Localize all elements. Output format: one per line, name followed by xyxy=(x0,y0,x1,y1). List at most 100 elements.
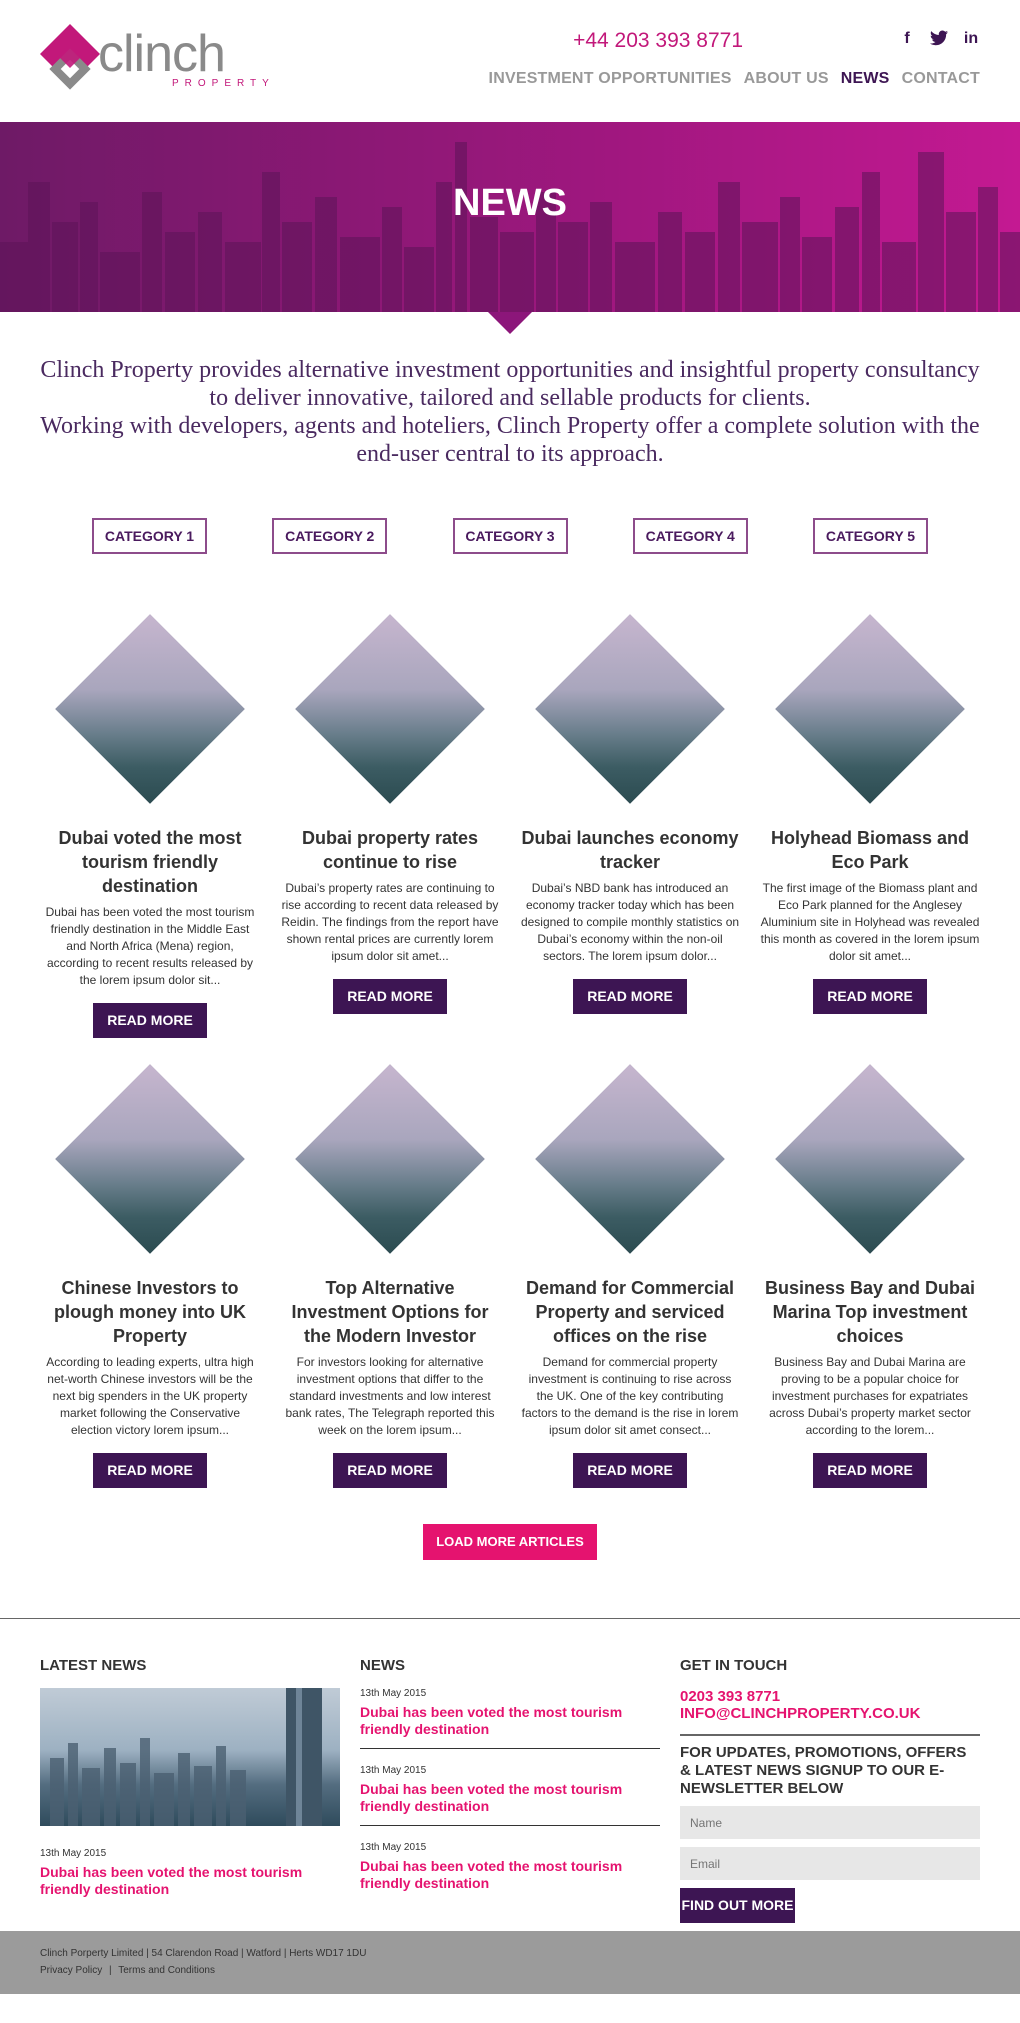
read-more-button[interactable]: READ MORE xyxy=(813,979,927,1014)
footer-news-item: 13th May 2015 Dubai has been voted the m… xyxy=(360,1842,660,1902)
article-title[interactable]: Dubai property rates continue to rise xyxy=(280,826,500,874)
article-title[interactable]: Demand for Commercial Property and servi… xyxy=(520,1276,740,1348)
name-field[interactable] xyxy=(680,1806,980,1839)
article-image[interactable] xyxy=(295,614,485,804)
social-links: f in xyxy=(898,30,980,48)
article-title[interactable]: Holyhead Biomass and Eco Park xyxy=(760,826,980,874)
article-image[interactable] xyxy=(535,614,725,804)
article-excerpt: For investors looking for alternative in… xyxy=(285,1355,495,1437)
category-4-button[interactable]: CATEGORY 4 xyxy=(632,518,748,554)
article-excerpt: Demand for commercial property investmen… xyxy=(521,1355,739,1437)
category-filters: CATEGORY 1 CATEGORY 2 CATEGORY 3 CATEGOR… xyxy=(0,468,1020,554)
article-card: Holyhead Biomass and Eco Park The first … xyxy=(750,614,990,1064)
article-image[interactable] xyxy=(775,614,965,804)
articles-grid: Dubai voted the most tourism friendly de… xyxy=(0,554,1020,1514)
find-out-more-button[interactable]: FIND OUT MORE xyxy=(680,1888,795,1923)
article-image[interactable] xyxy=(55,1064,245,1254)
linkedin-icon[interactable]: in xyxy=(962,30,980,48)
news-link[interactable]: Dubai has been voted the most tourism fr… xyxy=(40,1864,340,1898)
article-card: Dubai launches economy tracker Dubai’s N… xyxy=(510,614,750,1064)
intro-text: Clinch Property provides alternative inv… xyxy=(0,312,1020,468)
main-nav: INVESTMENT OPPORTUNITIES ABOUT US NEWS C… xyxy=(489,70,980,88)
article-card: Chinese Investors to plough money into U… xyxy=(30,1064,270,1514)
category-3-button[interactable]: CATEGORY 3 xyxy=(452,518,568,554)
article-excerpt: The first image of the Biomass plant and… xyxy=(760,881,980,963)
category-5-button[interactable]: CATEGORY 5 xyxy=(813,518,928,554)
site-header: clinch PROPERTY +44 203 393 8771 f in IN… xyxy=(0,0,1020,122)
hero-banner: NEWS xyxy=(0,122,1020,312)
read-more-button[interactable]: READ MORE xyxy=(333,979,447,1014)
article-card: Dubai voted the most tourism friendly de… xyxy=(30,614,270,1064)
load-more-button[interactable]: LOAD MORE ARTICLES xyxy=(423,1524,597,1560)
article-image[interactable] xyxy=(295,1064,485,1254)
article-title[interactable]: Top Alternative Investment Options for t… xyxy=(280,1276,500,1348)
category-2-button[interactable]: CATEGORY 2 xyxy=(272,518,388,554)
article-card: Business Bay and Dubai Marina Top invest… xyxy=(750,1064,990,1514)
page-title: NEWS xyxy=(453,182,567,224)
article-card: Demand for Commercial Property and servi… xyxy=(510,1064,750,1514)
logo-wordmark: clinch xyxy=(98,25,226,83)
contact-email[interactable]: INFO@CLINCHPROPERTY.CO.UK xyxy=(680,1705,980,1722)
read-more-button[interactable]: READ MORE xyxy=(93,1003,207,1038)
read-more-button[interactable]: READ MORE xyxy=(93,1453,207,1488)
footer-heading: GET IN TOUCH xyxy=(680,1657,788,1674)
article-title[interactable]: Chinese Investors to plough money into U… xyxy=(40,1276,260,1348)
footer-heading: LATEST NEWS xyxy=(40,1657,147,1674)
newsletter-signup-text: FOR UPDATES, PROMOTIONS, OFFERS & LATEST… xyxy=(680,1734,980,1798)
article-title[interactable]: Dubai launches economy tracker xyxy=(520,826,740,874)
footer-news: NEWS 13th May 2015 Dubai has been voted … xyxy=(360,1657,660,1931)
news-date: 13th May 2015 xyxy=(360,1765,427,1776)
nav-news[interactable]: NEWS xyxy=(841,70,890,88)
logo-mark-icon xyxy=(40,24,100,90)
latest-news-image[interactable] xyxy=(40,1688,340,1826)
article-image[interactable] xyxy=(55,614,245,804)
footer-news-item: 13th May 2015 Dubai has been voted the m… xyxy=(360,1688,660,1749)
footer: LATEST NEWS 13th May 2015 Dubai has been… xyxy=(0,1618,1020,1931)
read-more-button[interactable]: READ MORE xyxy=(813,1453,927,1488)
article-excerpt: According to leading experts, ultra high… xyxy=(46,1355,254,1437)
news-date: 13th May 2015 xyxy=(40,1848,107,1859)
nav-contact[interactable]: CONTACT xyxy=(902,70,980,88)
read-more-button[interactable]: READ MORE xyxy=(573,979,687,1014)
news-link[interactable]: Dubai has been voted the most tourism fr… xyxy=(360,1858,660,1892)
article-image[interactable] xyxy=(775,1064,965,1254)
read-more-button[interactable]: READ MORE xyxy=(333,1453,447,1488)
news-link[interactable]: Dubai has been voted the most tourism fr… xyxy=(360,1704,660,1738)
legal-links: Privacy Policy | Terms and Conditions xyxy=(40,1962,980,1979)
read-more-button[interactable]: READ MORE xyxy=(573,1453,687,1488)
article-title[interactable]: Dubai voted the most tourism friendly de… xyxy=(40,826,260,898)
logo-subtitle: PROPERTY xyxy=(172,78,275,89)
intro-line-2: Working with developers, agents and hote… xyxy=(40,413,980,467)
footer-news-item: 13th May 2015 Dubai has been voted the m… xyxy=(360,1765,660,1826)
nav-about-us[interactable]: ABOUT US xyxy=(744,70,829,88)
privacy-policy-link[interactable]: Privacy Policy xyxy=(40,1965,102,1976)
category-1-button[interactable]: CATEGORY 1 xyxy=(92,518,207,554)
legal-separator: | xyxy=(109,1965,112,1976)
article-excerpt: Dubai’s property rates are continuing to… xyxy=(281,881,499,963)
twitter-icon[interactable] xyxy=(930,30,948,48)
load-more-section: LOAD MORE ARTICLES xyxy=(0,1514,1020,1560)
news-date: 13th May 2015 xyxy=(360,1688,427,1699)
article-title[interactable]: Business Bay and Dubai Marina Top invest… xyxy=(760,1276,980,1348)
news-link[interactable]: Dubai has been voted the most tourism fr… xyxy=(360,1781,660,1815)
article-card: Top Alternative Investment Options for t… xyxy=(270,1064,510,1514)
intro-line-1: Clinch Property provides alternative inv… xyxy=(40,357,980,411)
company-address: Clinch Porperty Limited | 54 Clarendon R… xyxy=(40,1948,367,1959)
article-image[interactable] xyxy=(535,1064,725,1254)
site-logo[interactable]: clinch PROPERTY xyxy=(40,24,269,100)
article-card: Dubai property rates continue to rise Du… xyxy=(270,614,510,1064)
footer-contact: GET IN TOUCH 0203 393 8771 INFO@CLINCHPR… xyxy=(680,1657,980,1931)
facebook-icon[interactable]: f xyxy=(898,30,916,48)
article-excerpt: Dubai has been voted the most tourism fr… xyxy=(45,905,255,987)
news-date: 13th May 2015 xyxy=(360,1842,427,1853)
footer-heading: NEWS xyxy=(360,1657,405,1674)
terms-link[interactable]: Terms and Conditions xyxy=(118,1965,215,1976)
footer-latest-news: LATEST NEWS 13th May 2015 Dubai has been… xyxy=(40,1657,340,1931)
header-phone[interactable]: +44 203 393 8771 xyxy=(573,29,743,53)
nav-investment-opportunities[interactable]: INVESTMENT OPPORTUNITIES xyxy=(489,70,732,88)
article-excerpt: Business Bay and Dubai Marina are provin… xyxy=(769,1355,971,1437)
footer-bottom-bar: Clinch Porperty Limited | 54 Clarendon R… xyxy=(0,1931,1020,1994)
city-skyline-image xyxy=(50,1688,322,1826)
contact-phone[interactable]: 0203 393 8771 xyxy=(680,1688,980,1705)
email-field[interactable] xyxy=(680,1847,980,1880)
